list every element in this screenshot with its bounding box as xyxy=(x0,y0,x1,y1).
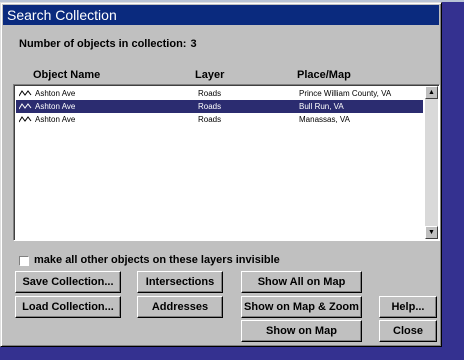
vertical-scrollbar[interactable]: ▲ ▼ xyxy=(425,86,438,239)
list-item[interactable]: Ashton Ave Roads Manassas, VA xyxy=(16,113,423,126)
layer-cell: Roads xyxy=(198,115,222,124)
road-line-icon xyxy=(19,103,32,110)
column-header-layer: Layer xyxy=(195,69,225,81)
title-bar[interactable]: Search Collection xyxy=(3,5,439,25)
intersections-button[interactable]: Intersections xyxy=(137,271,223,293)
road-line-icon xyxy=(19,116,32,123)
help-button[interactable]: Help... xyxy=(379,296,437,318)
list-item[interactable]: Ashton Ave Roads Prince William County, … xyxy=(16,87,423,100)
object-count-value: 3 xyxy=(190,38,197,50)
layer-cell: Roads xyxy=(198,89,222,98)
list-item-selected[interactable]: Ashton Ave Roads Bull Run, VA xyxy=(16,100,423,113)
collection-list[interactable]: Ashton Ave Roads Prince William County, … xyxy=(13,84,440,241)
arrow-up-icon[interactable]: ▲ xyxy=(425,86,438,99)
road-line-icon xyxy=(19,90,32,97)
save-collection-button[interactable]: Save Collection... xyxy=(15,271,121,293)
place-cell: Bull Run, VA xyxy=(299,102,344,111)
window-title: Search Collection xyxy=(7,7,117,23)
load-collection-button[interactable]: Load Collection... xyxy=(15,296,121,318)
arrow-down-icon[interactable]: ▼ xyxy=(425,226,438,239)
column-header-object-name: Object Name xyxy=(33,69,101,81)
object-count-label: Number of objects in collection: xyxy=(19,38,187,50)
invisible-layers-label: make all other objects on these layers i… xyxy=(34,254,280,266)
close-button[interactable]: Close xyxy=(379,320,437,342)
place-cell: Manassas, VA xyxy=(299,115,350,124)
column-header-place-map: Place/Map xyxy=(297,69,351,81)
place-cell: Prince William County, VA xyxy=(299,89,392,98)
object-count: Number of objects in collection: 3 xyxy=(19,38,201,50)
object-name-cell: Ashton Ave xyxy=(35,89,76,98)
invisible-layers-checkbox[interactable] xyxy=(19,256,29,266)
search-collection-dialog: Search Collection Number of objects in c… xyxy=(0,2,442,347)
show-on-map-zoom-button[interactable]: Show on Map & Zoom xyxy=(241,296,362,318)
object-name-cell: Ashton Ave xyxy=(35,115,76,124)
layer-cell: Roads xyxy=(198,102,222,111)
show-on-map-button[interactable]: Show on Map xyxy=(241,320,362,342)
object-name-cell: Ashton Ave xyxy=(35,102,76,111)
show-all-on-map-button[interactable]: Show All on Map xyxy=(241,271,362,293)
addresses-button[interactable]: Addresses xyxy=(137,296,223,318)
